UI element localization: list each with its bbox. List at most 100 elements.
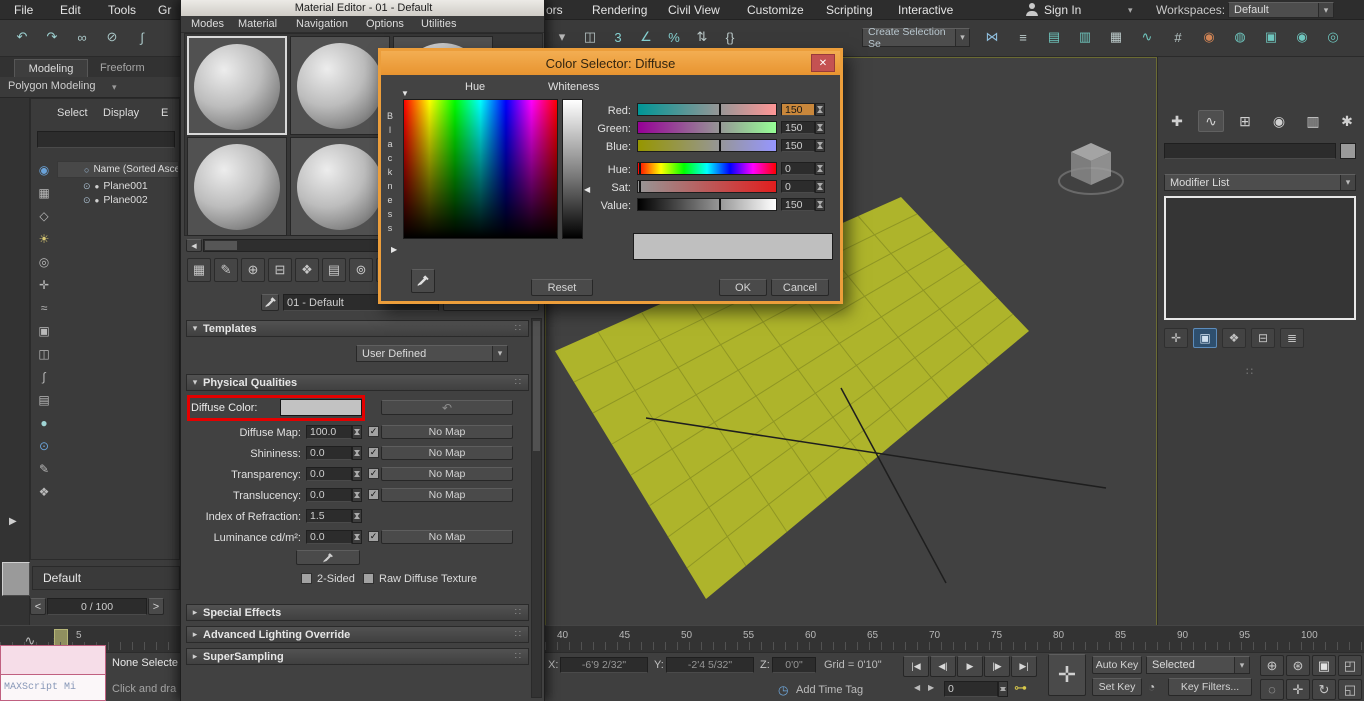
menu-utilities[interactable]: Utilities [421,18,456,30]
modify-tab-icon[interactable]: ∿ [1198,110,1224,132]
menu-scripting[interactable]: Scripting [826,3,873,17]
menu-edit[interactable]: Edit [60,3,81,17]
explorer-settings-icon[interactable]: ❖ [33,481,55,502]
render-production-icon[interactable]: ◉ [1290,25,1314,49]
diffuse-map-checkbox[interactable]: ✓ [368,426,379,437]
hue-slider[interactable] [637,162,777,175]
blue-slider[interactable] [637,139,777,152]
menu-graph-editors[interactable]: ors [546,3,563,17]
translucency-spinner[interactable] [352,488,362,502]
menu-group[interactable]: Gr [158,3,171,17]
menu-interactive[interactable]: Interactive [898,3,953,17]
frame-counter-field[interactable]: 0 / 100 [47,598,147,615]
filter-helpers-icon[interactable]: ✛ [33,274,55,295]
color-swatch[interactable] [2,562,30,596]
unlink-selection-icon[interactable]: ⊘ [100,25,124,49]
sync-selection-icon[interactable]: ⊙ [33,435,55,456]
select-and-link-icon[interactable]: ∞ [70,25,94,49]
luminance-pick-button[interactable] [296,550,360,565]
spinner-snap-icon[interactable]: ⇅ [690,25,714,49]
ok-button[interactable]: OK [719,279,767,296]
zoom-extents-icon[interactable]: ▣ [1312,655,1336,676]
blackness-marker-icon[interactable]: ▶ [391,245,397,254]
tab-modeling[interactable]: Modeling [14,59,88,77]
chevron-down-icon[interactable]: ▾ [1128,5,1133,16]
menu-navigation[interactable]: Navigation [296,18,348,30]
red-value-field[interactable]: 150 [781,103,815,116]
undo-icon[interactable]: ↶ [10,25,34,49]
shininess-field[interactable]: 0.0 [306,446,352,460]
shininess-map-button[interactable]: No Map [381,446,513,460]
explorer-column-header[interactable]: ○ Name (Sorted Ascend [57,161,179,178]
toggle-layer-explorer-icon[interactable]: ▥ [1073,25,1097,49]
value-slider[interactable] [637,198,777,211]
list-item[interactable]: ⊙ ● Plane002 [57,193,179,207]
x-coordinate-field[interactable]: -6'9 2/32" [560,657,648,673]
display-tab-icon[interactable]: ▥ [1300,110,1326,132]
red-slider[interactable] [637,103,777,116]
diffuse-map-button[interactable]: No Map [381,425,513,439]
green-value-field[interactable]: 150 [781,121,815,134]
sample-scrollbar-thumb[interactable] [205,241,237,250]
dot-icon[interactable]: ● [95,182,100,191]
current-frame-field[interactable]: 0 [944,681,998,697]
make-unique-icon[interactable]: ❖ [295,258,319,282]
modifier-stack[interactable] [1164,196,1356,320]
value-value-field[interactable]: 150 [781,198,815,211]
hue-spinner[interactable] [815,162,825,175]
show-end-result-icon[interactable]: ▣ [1193,328,1217,348]
transparency-checkbox[interactable]: ✓ [368,468,379,479]
sat-spinner[interactable] [815,180,825,193]
red-spinner[interactable] [815,103,825,116]
filter-shapes-icon[interactable]: ◇ [33,205,55,226]
viewcube[interactable] [1051,133,1131,203]
luminance-spinner[interactable] [352,530,362,544]
filter-containers-icon[interactable]: ▤ [33,389,55,410]
zoom-extents-all-icon[interactable]: ◰ [1338,655,1362,676]
workspaces-dropdown[interactable]: Default ▾ [1228,2,1334,18]
pick-from-object-button[interactable] [261,294,279,311]
go-to-start-button[interactable]: |◀ [903,656,929,677]
maxscript-mini-listener-pink[interactable] [0,645,106,675]
remove-modifier-icon[interactable]: ⊟ [1251,328,1275,348]
filter-spacewarps-icon[interactable]: ≈ [33,297,55,318]
go-to-end-button[interactable]: ▶| [1011,656,1037,677]
eye-icon[interactable]: ⊙ [83,195,91,206]
close-button[interactable]: ✕ [811,54,835,72]
sample-windows-icon[interactable]: ▦ [187,258,211,282]
timeline-ruler[interactable]: 40 45 50 55 60 65 70 75 80 85 90 95 100 [545,625,1364,652]
snaps-toggle-icon[interactable]: 3 [606,25,630,49]
luminance-checkbox[interactable]: ✓ [368,531,379,542]
play-button[interactable]: ▶ [957,656,983,677]
panel-resize-grip[interactable]: ∷ [1246,365,1255,378]
y-coordinate-field[interactable]: -2'4 5/32" [666,657,754,673]
key-filters-button[interactable]: Key Filters... [1168,678,1252,696]
transparency-spinner[interactable] [352,467,362,481]
pan-icon[interactable]: ✛ [1286,679,1310,700]
menu-modes[interactable]: Modes [191,18,224,30]
filter-lights-icon[interactable]: ☀ [33,228,55,249]
green-spinner[interactable] [815,121,825,134]
rollout-special-effects[interactable]: ▸ Special Effects ∷ [186,604,529,621]
diffuse-map-spinner[interactable] [352,425,362,439]
percent-snap-icon[interactable]: % [662,25,686,49]
next-key-icon[interactable]: ▶ [928,683,934,692]
sample-screen-color-button[interactable] [411,269,435,293]
configure-modifier-sets-icon[interactable]: ≣ [1280,328,1304,348]
zoom-region-icon[interactable]: ◌ [1260,679,1284,700]
menu-customize[interactable]: Customize [747,3,804,17]
raw-diffuse-texture-checkbox[interactable] [363,573,374,584]
diffuse-color-reset-button[interactable]: ↶ [381,400,513,415]
set-key-mode-icon[interactable]: ◔ [1148,680,1155,694]
create-selection-set-dropdown[interactable]: Create Selection Se ▾ [862,26,970,50]
hue-blackness-field[interactable] [403,99,558,239]
translucency-checkbox[interactable]: ✓ [368,489,379,500]
zoom-all-icon[interactable]: ⊛ [1286,655,1310,676]
rollout-advanced-lighting-override[interactable]: ▸ Advanced Lighting Override ∷ [186,626,529,643]
luminance-field[interactable]: 0.0 [306,530,352,544]
modifier-list-dropdown[interactable]: Modifier List ▾ [1164,174,1356,191]
render-setup-icon[interactable]: ◍ [1228,25,1252,49]
pick-object-icon[interactable]: ✎ [33,458,55,479]
rollout-templates[interactable]: ▾ Templates ∷ [186,320,529,337]
tab-freeform[interactable]: Freeform [100,62,145,74]
